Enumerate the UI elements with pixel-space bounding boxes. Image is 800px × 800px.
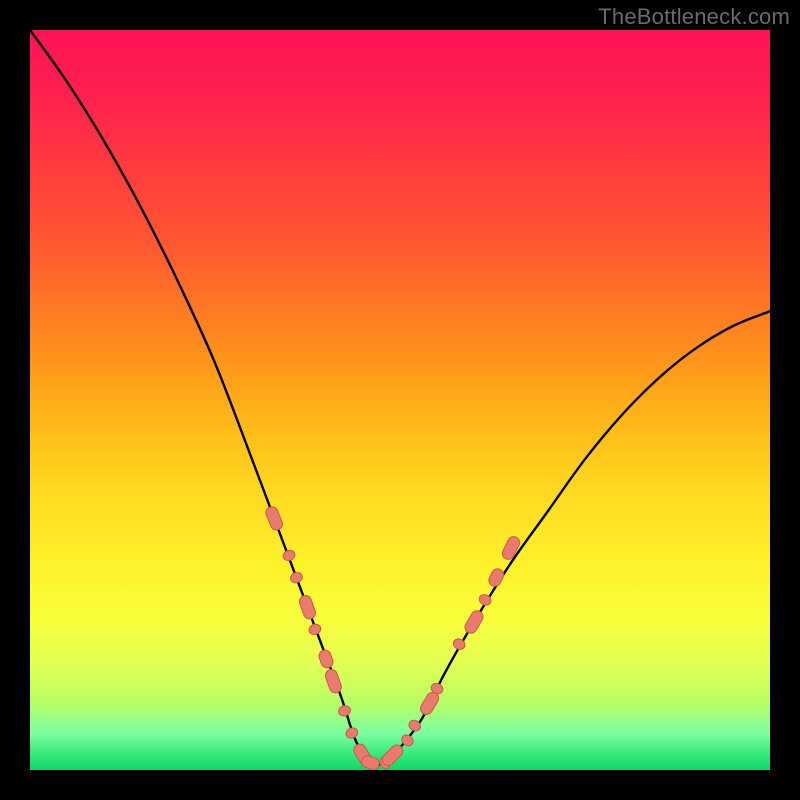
curve-marker	[463, 609, 485, 636]
plot-area	[30, 30, 770, 770]
watermark-text: TheBottleneck.com	[598, 4, 790, 30]
curve-marker	[317, 649, 334, 670]
marker-group	[264, 505, 522, 771]
curve-marker	[282, 549, 297, 563]
curve-marker	[298, 594, 317, 621]
curve-marker	[500, 535, 521, 562]
chart-frame: TheBottleneck.com	[0, 0, 800, 800]
curve-marker	[487, 567, 506, 588]
curve-marker	[337, 704, 352, 717]
curve-marker	[308, 623, 323, 636]
curve-marker	[324, 668, 343, 695]
curve-marker	[264, 505, 284, 532]
curve-marker	[289, 571, 304, 584]
curve-svg	[30, 30, 770, 770]
bottleneck-curve	[30, 30, 770, 765]
curve-marker	[344, 726, 359, 740]
